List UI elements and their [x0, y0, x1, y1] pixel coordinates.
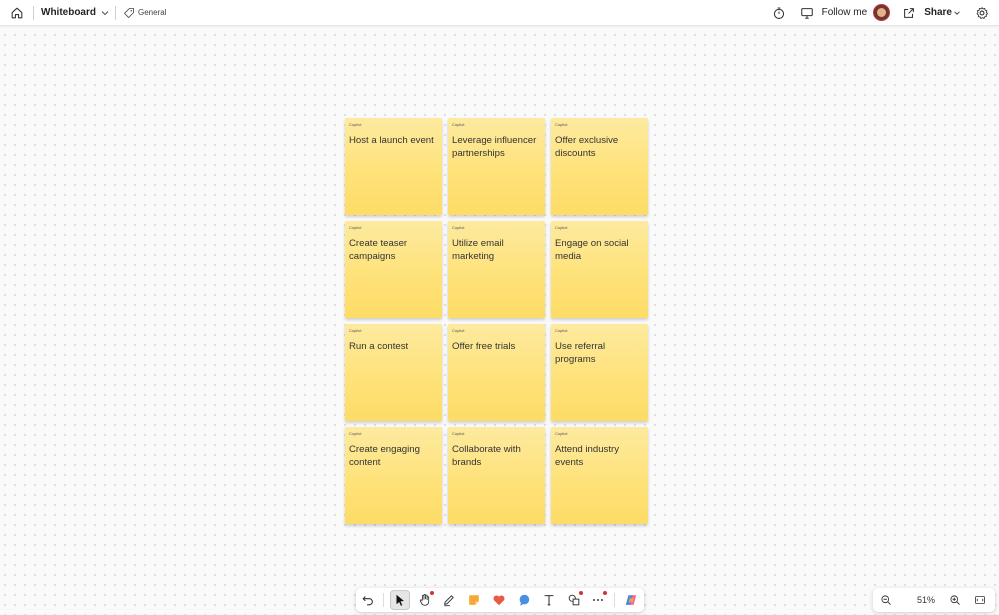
hand-pan-icon [419, 593, 430, 606]
note-text: Create engaging content [349, 444, 420, 468]
note-text: Create teaser campaigns [349, 238, 408, 262]
share-button-icon-wrap[interactable] [898, 2, 920, 24]
avatar[interactable] [873, 4, 891, 21]
settings-button[interactable] [971, 2, 993, 24]
sticky-note[interactable]: Copilot Host a launch event [345, 118, 442, 215]
copilot-button[interactable] [621, 590, 641, 610]
text-icon [544, 595, 554, 606]
top-bar: Whiteboard General Follow me Share [0, 0, 999, 26]
bottom-toolbar [356, 588, 644, 612]
notification-dot [603, 591, 607, 595]
present-screen-icon [800, 7, 813, 19]
note-text: Host a launch event [349, 135, 434, 146]
pen-tool[interactable] [439, 590, 459, 610]
home-button[interactable] [6, 2, 28, 24]
note-text: Attend industry events [555, 444, 619, 468]
text-tool[interactable] [539, 590, 559, 610]
divider [383, 593, 384, 607]
sticky-note[interactable]: Copilot Offer exclusive discounts [551, 118, 648, 215]
timer-button[interactable] [768, 2, 790, 24]
avatar-image [877, 8, 887, 17]
zoom-controls: 51% [873, 588, 995, 612]
sticky-note[interactable]: Copilot Leverage influencer partnerships [448, 118, 545, 215]
divider [614, 593, 615, 607]
note-author: Copilot [349, 328, 362, 333]
more-tools-button[interactable] [588, 590, 608, 610]
note-author: Copilot [452, 328, 465, 333]
note-text: Utilize email marketing [452, 238, 504, 262]
shapes-icon [568, 594, 580, 606]
note-text: Run a contest [349, 341, 409, 352]
sticky-note[interactable]: Copilot Use referral programs [551, 324, 648, 421]
reaction-heart-icon [493, 595, 505, 606]
note-text: Engage on social media [555, 238, 629, 262]
note-text: Offer free trials [452, 341, 516, 352]
sticky-notes-grid: Copilot Host a launch event Copilot Leve… [345, 118, 648, 524]
divider [33, 5, 34, 20]
zoom-out-button[interactable] [876, 590, 896, 610]
reactions-tool[interactable] [489, 590, 509, 610]
sticky-note[interactable]: Copilot Run a contest [345, 324, 442, 421]
chevron-down-icon[interactable] [953, 9, 961, 17]
zoom-level[interactable]: 51% [911, 595, 941, 605]
sticky-note-tool[interactable] [464, 590, 484, 610]
tag-label: General [138, 8, 167, 17]
note-author: Copilot [349, 122, 362, 127]
notification-dot [579, 591, 583, 595]
timer-icon [773, 6, 784, 19]
note-author: Copilot [555, 122, 568, 127]
divider [115, 5, 116, 20]
note-author: Copilot [555, 328, 568, 333]
sticky-note[interactable]: Copilot Offer free trials [448, 324, 545, 421]
shapes-tool[interactable] [564, 590, 584, 610]
sticky-note-icon [469, 595, 479, 605]
note-author: Copilot [555, 431, 568, 436]
share-button[interactable]: Share [924, 7, 952, 18]
note-text: Use referral programs [555, 341, 606, 365]
select-pointer-icon [396, 594, 404, 606]
fit-to-screen-icon [975, 596, 985, 604]
present-button[interactable] [796, 2, 818, 24]
undo-icon [362, 596, 373, 606]
note-text: Collaborate with brands [452, 444, 521, 468]
notification-dot [430, 591, 434, 595]
home-icon [11, 7, 23, 18]
note-text: Offer exclusive discounts [555, 135, 619, 159]
share-icon [904, 7, 915, 18]
zoom-in-button[interactable] [945, 590, 965, 610]
sticky-note[interactable]: Copilot Utilize email marketing [448, 221, 545, 318]
sticky-note[interactable]: Copilot Collaborate with brands [448, 427, 545, 524]
sensitivity-tag[interactable]: General [123, 7, 166, 19]
follow-me-button[interactable]: Follow me [822, 7, 868, 18]
more-icon [593, 599, 603, 601]
sticky-note[interactable]: Copilot Attend industry events [551, 427, 648, 524]
gear-icon [976, 6, 988, 19]
note-author: Copilot [452, 122, 465, 127]
comment-icon [519, 594, 530, 606]
select-tool[interactable] [390, 590, 410, 610]
chevron-down-icon[interactable] [100, 8, 110, 18]
hand-tool[interactable] [415, 590, 435, 610]
sticky-note[interactable]: Copilot Create engaging content [345, 427, 442, 524]
note-author: Copilot [452, 431, 465, 436]
zoom-out-icon [881, 595, 891, 605]
comment-tool[interactable] [514, 590, 534, 610]
tag-icon [124, 7, 134, 18]
note-author: Copilot [452, 225, 465, 230]
note-author: Copilot [555, 225, 568, 230]
note-text: Leverage influencer partnerships [452, 135, 537, 159]
sticky-note[interactable]: Copilot Engage on social media [551, 221, 648, 318]
fit-to-screen-button[interactable] [970, 590, 990, 610]
pen-icon [444, 595, 454, 607]
undo-button[interactable] [358, 590, 378, 610]
note-author: Copilot [349, 431, 362, 436]
note-author: Copilot [349, 225, 362, 230]
sticky-note[interactable]: Copilot Create teaser campaigns [345, 221, 442, 318]
copilot-icon [625, 595, 637, 605]
board-title[interactable]: Whiteboard [41, 7, 96, 18]
zoom-in-icon [950, 595, 960, 605]
